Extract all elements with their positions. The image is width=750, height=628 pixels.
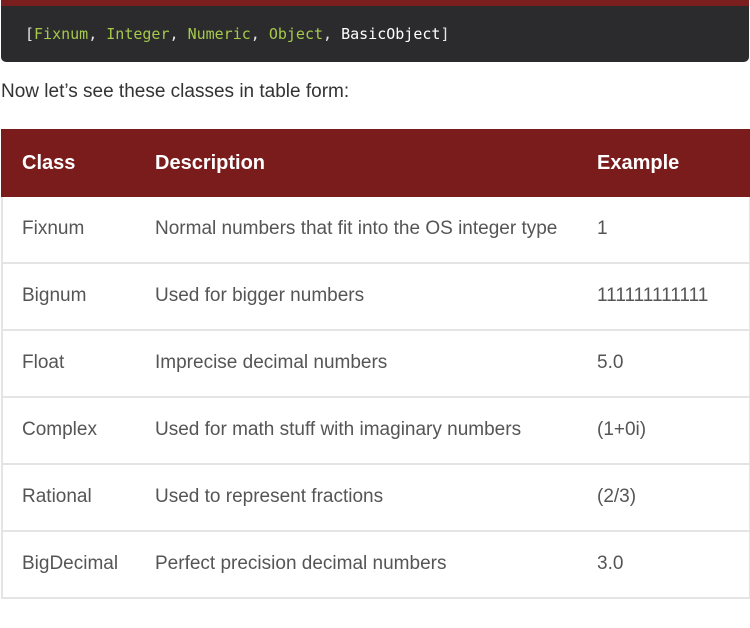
code-block: [Fixnum, Integer, Numeric, Object, Basic… [1,0,749,62]
cell-example: (1+0i) [578,396,750,464]
cell-class: Rational [1,463,136,531]
code-separator: , [250,25,269,43]
column-header-description: Description [136,129,578,197]
column-header-example: Example [578,129,750,197]
code-class-name-plain: BasicObject [341,25,441,43]
table-row: Float Imprecise decimal numbers 5.0 [1,329,750,397]
cell-description: Imprecise decimal numbers [136,329,578,397]
table-row: Complex Used for math stuff with imagina… [1,396,750,464]
cell-class: Bignum [1,262,136,330]
cell-class: Fixnum [1,197,136,263]
table-header-row: Class Description Example [1,129,750,197]
table-row: Bignum Used for bigger numbers 111111111… [1,262,750,330]
cell-example: 3.0 [578,530,750,599]
code-class-name: Fixnum [34,25,89,43]
column-header-class: Class [1,129,136,197]
code-class-name: Integer [106,25,170,43]
classes-table: Class Description Example Fixnum Normal … [1,129,750,599]
code-line: [Fixnum, Integer, Numeric, Object, Basic… [25,25,449,43]
cell-description: Used to represent fractions [136,463,578,531]
cell-example: 1 [578,197,750,263]
cell-description: Perfect precision decimal numbers [136,530,578,599]
code-class-name: Numeric [187,25,251,43]
cell-class: Complex [1,396,136,464]
table-row: BigDecimal Perfect precision decimal num… [1,530,750,599]
cell-description: Normal numbers that fit into the OS inte… [155,218,558,239]
intro-text: Now let’s see these classes in table for… [1,81,350,102]
code-open-bracket: [ [25,25,35,43]
code-separator: , [323,25,342,43]
table-row: Rational Used to represent fractions (2/… [1,463,750,531]
cell-example: 5.0 [578,329,750,397]
cell-example: 111111111111 [578,262,750,330]
code-class-name: Object [268,25,324,43]
cell-description: Used for math stuff with imaginary numbe… [136,396,578,464]
cell-class: Float [1,329,136,397]
cell-description: Used for bigger numbers [136,262,578,330]
code-close-bracket: ] [440,25,450,43]
table-row: Fixnum Normal numbers that fit into the … [1,197,750,263]
code-separator: , [88,25,107,43]
cell-class: BigDecimal [1,530,136,599]
code-separator: , [169,25,188,43]
cell-example: (2/3) [578,463,750,531]
